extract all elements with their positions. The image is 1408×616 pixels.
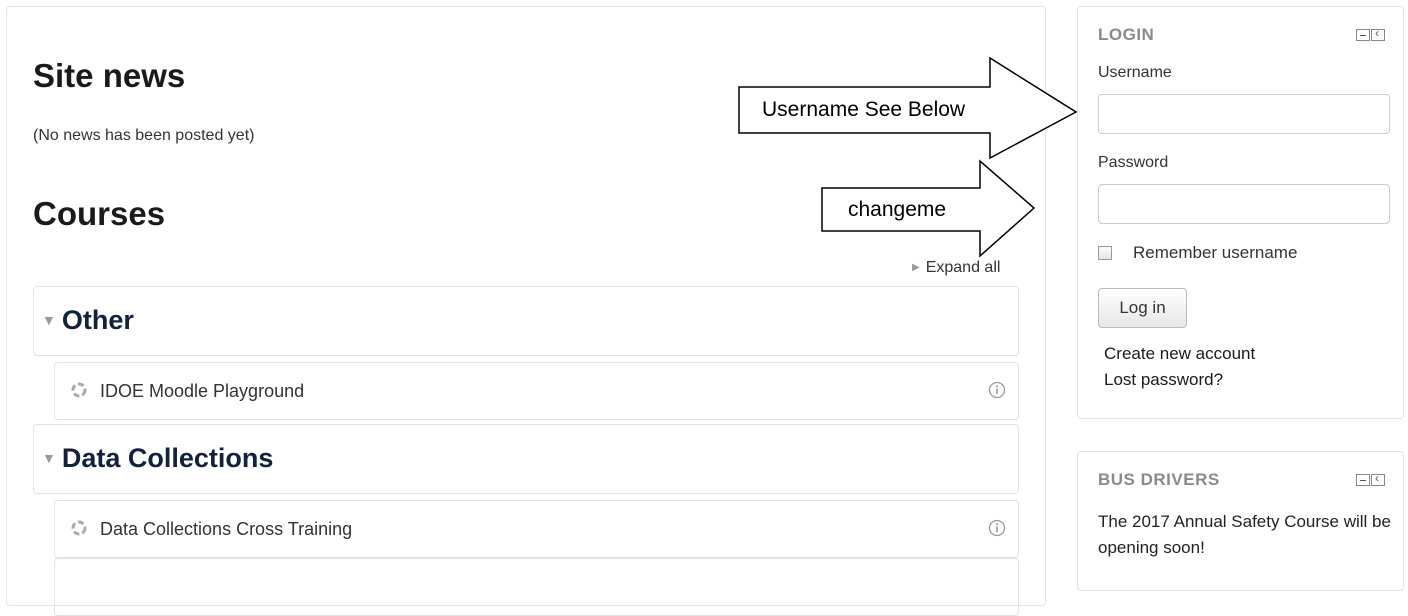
username-arrow-label: Username See Below (762, 98, 966, 121)
annotation-arrows (738, 56, 1078, 258)
password-arrow-label: changeme (848, 198, 947, 221)
